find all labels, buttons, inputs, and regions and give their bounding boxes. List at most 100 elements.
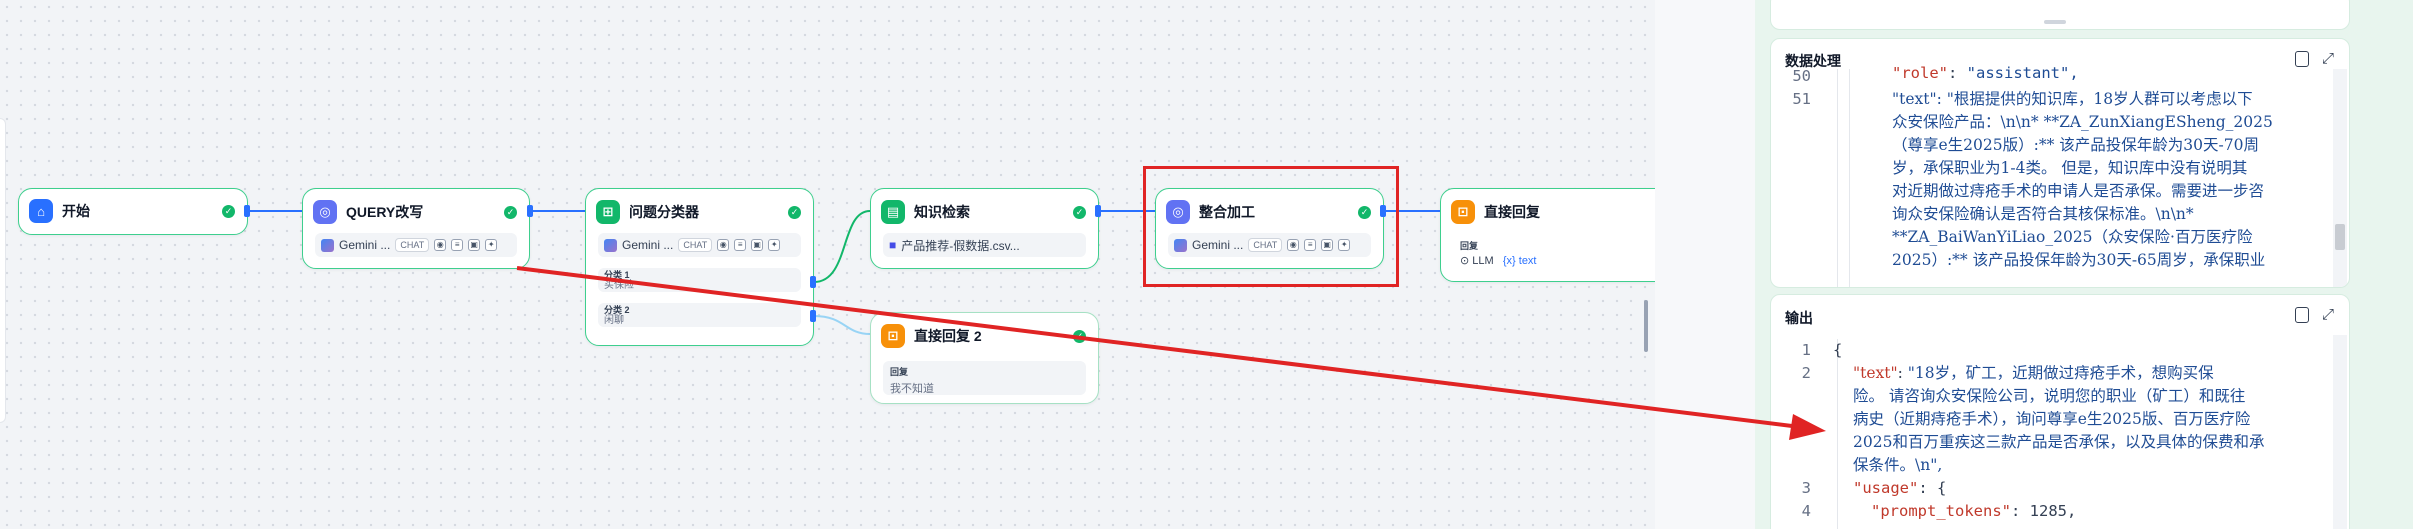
code-text-line: 众安保险产品：\n\n* **ZA_ZunXiangESheng_2025 [1892,113,2273,131]
json-key: "role" [1892,64,1948,82]
document-icon: ≡ [734,239,747,251]
code-text-line: 岁，承保职业为1-4类。 但是，知识库中没有说明其 [1892,159,2248,177]
code-text-line: 病史（近期痔疮手术），询问尊享e生2025版、百万医疗险 [1853,410,2251,428]
output-card: 输出 ⤢ 1 2 3 4 { "text": "18岁，矿工，近期做过痔疮手术，… [1770,294,2350,529]
chat-tag: CHAT [678,238,713,252]
success-check-icon: ✓ [504,205,517,219]
card-title: 输出 [1785,310,1813,326]
node-port[interactable] [810,276,816,288]
document-icon: ≡ [451,239,464,251]
gemini-icon [604,238,617,252]
drag-grip-icon[interactable] [2044,20,2066,24]
code-text-line: 2025）:** 该产品投保年龄为30天-65周岁，承保职业 [1892,251,2266,269]
node-port[interactable] [1095,205,1101,217]
tool-icon: ✦ [485,239,498,251]
node-knowledge-retrieval[interactable]: ▤ 知识检索 ✓ ■ 产品推荐-假数据.csv... [870,188,1099,269]
node-title: 直接回复 [1484,204,1540,220]
class-label: 分类 2 [604,305,630,315]
json-value: "18岁，矿工，近期做过痔疮手术，想购买保 [1907,364,2214,382]
indent-guide [1837,339,1838,529]
model-name: Gemini ... [339,238,391,252]
node-title: 开始 [62,203,90,219]
image-icon: ▣ [468,239,481,251]
class-item[interactable]: 分类 1 买保险 [598,268,801,292]
folder-icon: ■ [889,238,897,252]
node-title: 知识检索 [914,204,970,220]
model-selector[interactable]: Gemini ... CHAT ◉ ≡ ▣ ✦ [315,233,517,257]
line-number: 51 [1792,90,1811,108]
success-check-icon: ✓ [788,205,801,219]
class-value: 闲聊 [604,315,624,326]
home-icon: ⌂ [29,199,53,223]
reply-content: 回复 ⊙ LLM {x} text [1453,235,1655,269]
reply-icon: ⊡ [881,324,905,348]
vertical-scrollbar[interactable] [2333,335,2347,529]
node-question-classifier[interactable]: ⊞ 问题分类器 ✓ Gemini ... CHAT ◉ ≡ ▣ ✦ 分类 1 买… [585,188,814,346]
reply-text: 我不知道 [890,383,934,395]
dataset-item[interactable]: ■ 产品推荐-假数据.csv... [883,233,1086,257]
json-key: "usage" [1853,479,1919,497]
node-port[interactable] [810,310,816,322]
json-number: 1285, [2029,502,2077,520]
line-number: 1 [1801,341,1811,359]
llm-var-icon: ⊙ [1460,255,1470,267]
node-direct-reply-2[interactable]: ⊡ 直接回复 2 ✓ 回复 我不知道 [870,312,1099,404]
success-check-icon: ✓ [1073,329,1086,343]
panel-resize-handle[interactable] [1644,300,1648,352]
success-check-icon: ✓ [1073,205,1086,219]
code-line-3: "usage": { [1853,477,1946,500]
reply-content: 回复 我不知道 [883,361,1086,395]
chat-tag: CHAT [395,238,430,252]
success-check-icon: ✓ [222,204,235,218]
model-selector[interactable]: Gemini ... CHAT ◉ ≡ ▣ ✦ [598,233,801,257]
code-line-2: "text": "18岁，矿工，近期做过痔疮手术，想购买保 [1853,364,2214,382]
code-text-line: （尊享e生2025版）:** 该产品投保年龄为30天-70周 [1892,136,2259,154]
code-text-line: "text": "根据提供的知识库，18岁人群可以考虑以下 [1892,90,2253,108]
model-name: Gemini ... [622,238,674,252]
node-direct-reply[interactable]: ⊡ 直接回复 回复 ⊙ LLM {x} text [1440,188,1655,282]
reply-section-label: 回复 [890,367,909,377]
code-text-line: 对近期做过痔疮手术的申请人是否承保。需要进一步咨 [1892,182,2265,200]
card-actions: ⤢ [2295,307,2335,323]
edge-classifier-reply2 [813,315,871,335]
class-value: 买保险 [604,280,634,291]
copy-icon[interactable] [2295,307,2309,323]
json-sep: : { [1918,479,1947,497]
image-icon: ▣ [751,239,764,251]
workflow-canvas[interactable]: ⌂ 开始 ✓ ◎ QUERY改写 ✓ Gemini ... CHAT ◉ ≡ ▣… [0,0,1655,529]
code-text-line: 2025和百万重疾这三款产品是否承保，以及具体的保费和承 [1853,433,2265,451]
reply-section-label: 回复 [1460,241,1479,251]
node-query-rewrite[interactable]: ◎ QUERY改写 ✓ Gemini ... CHAT ◉ ≡ ▣ ✦ [302,188,530,269]
line-number: 3 [1801,479,1811,497]
collapsed-card [1770,0,2350,30]
line-number: 4 [1801,502,1811,520]
node-port[interactable] [244,205,250,217]
classifier-icon: ⊞ [596,200,620,224]
code-line-4: "prompt_tokens": 1285, [1871,502,2077,520]
node-title: 直接回复 2 [914,328,982,344]
data-processing-card: 数据处理 ⤢ 50 51 "role": "assistant", "text"… [1770,38,2350,288]
expand-icon[interactable]: ⤢ [2321,307,2335,323]
node-start[interactable]: ⌂ 开始 ✓ [18,188,248,235]
edge-layer [247,210,1440,335]
code-text-line: 询众安保险确认是否符合其核保标准。\n\n* [1892,205,2194,223]
variable-name: {x} text [1502,255,1537,267]
node-port[interactable] [527,205,533,217]
expand-icon[interactable]: ⤢ [2321,51,2335,67]
code-text-line: **ZA_BaiWanYiLiao_2025（众安保险·百万医疗险 [1892,228,2253,246]
json-value: "assistant", [1966,64,2079,82]
reply-variable: ⊙ LLM {x} text [1460,254,1649,267]
code-text-line: 保条件。\n", [1853,456,1943,474]
json-brace: { [1833,341,1843,359]
node-title: 问题分类器 [629,204,699,220]
class-item[interactable]: 分类 2 闲聊 [598,303,801,327]
vertical-scrollbar[interactable] [2333,69,2347,287]
code-line-50: "role": "assistant", [1892,62,2079,85]
copy-icon[interactable] [2295,51,2309,67]
node-title: QUERY改写 [346,204,424,220]
annotation-highlight-box [1143,166,1399,287]
json-key: "prompt_tokens" [1871,502,2011,520]
tool-icon: ✦ [768,239,781,251]
scrollbar-thumb[interactable] [2335,224,2345,250]
json-sep: : [1948,64,1967,82]
